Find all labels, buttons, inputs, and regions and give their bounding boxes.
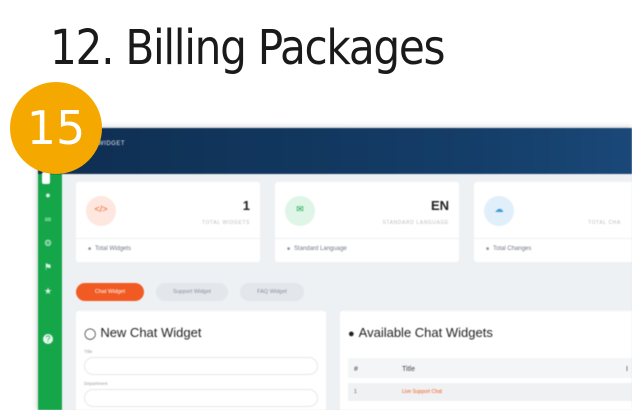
tag-icon[interactable]: ⚑ [43,262,53,272]
divider [474,238,632,239]
chat-bubble-icon: ◯ [84,328,97,340]
cloud-icon: ☁ [484,196,514,226]
row-number: 1 [354,389,357,395]
table-header [348,358,632,378]
stat-label: TOTAL WIDGETS [202,220,250,226]
stat-value: EN [430,198,449,213]
row-title-link[interactable]: Live Support Chat [402,389,442,395]
divider [76,238,260,239]
star-icon[interactable]: ★ [43,286,53,296]
stat-footer-label: Standard Language [294,246,347,252]
user-icon[interactable]: ● [43,190,53,200]
stat-footer: ■ Total Changes [486,246,531,252]
chat-icon: ✉ [285,196,315,226]
app-screenshot: ● ∞ ⚙ ⚑ ★ ? WIDGET </> 1 TOTAL WIDGETS ■… [38,128,632,410]
stat-footer: ■ Standard Language [287,246,347,252]
chat-bubbles-icon: ● [348,328,355,340]
column-header-number: # [354,366,358,373]
table-row[interactable] [348,383,632,401]
stat-card-changes: ☁ TOTAL CHA ■ Total Changes [474,182,632,262]
tab-support-widget[interactable]: Support Widget [156,283,228,301]
tab-faq-widget[interactable]: FAQ Widget [240,283,304,301]
column-header-title: Title [402,366,415,373]
header-title: WIDGET [98,141,125,147]
stat-footer-label: Total Changes [493,246,532,252]
new-widget-title: New Chat Widget [100,325,202,340]
stat-card-total-widgets: </> 1 TOTAL WIDGETS ■ Total Widgets [76,182,260,262]
title-field-label: Title [84,349,93,354]
widgets-icon: ■ [88,246,92,252]
slide-title: 12. Billing Packages [50,20,446,76]
help-icon[interactable]: ? [43,334,53,344]
panel-title: ◯ New Chat Widget [84,325,201,340]
stat-footer: ■ Total Widgets [88,246,131,252]
new-chat-widget-panel: ◯ New Chat Widget Title Department [76,311,326,410]
language-icon: ■ [287,246,291,252]
available-chat-widgets-panel: ● Available Chat Widgets # Title I 1 Live… [340,311,632,410]
code-icon: </> [86,196,116,226]
title-input[interactable] [84,357,318,375]
department-field-label: Department [84,381,108,386]
stat-label: STANDARD LANGUAGE [382,220,449,226]
settings-icon[interactable]: ⚙ [43,238,53,248]
changes-icon: ■ [486,246,490,252]
available-title: Available Chat Widgets [358,325,493,340]
logo-icon [42,172,50,184]
stat-value: 1 [242,198,250,213]
column-header-extra: I [626,366,628,373]
link-icon[interactable]: ∞ [43,214,53,224]
department-select[interactable] [84,389,318,407]
stat-footer-label: Total Widgets [95,246,132,252]
stat-label: TOTAL CHA [588,220,621,226]
panel-title: ● Available Chat Widgets [348,325,493,340]
stat-card-language: ✉ EN STANDARD LANGUAGE ■ Standard Languag… [275,182,459,262]
top-header: WIDGET [62,128,632,174]
step-number-badge: 15 [10,82,102,174]
tab-chat-widget[interactable]: Chat Widget [76,283,144,301]
divider [275,238,459,239]
